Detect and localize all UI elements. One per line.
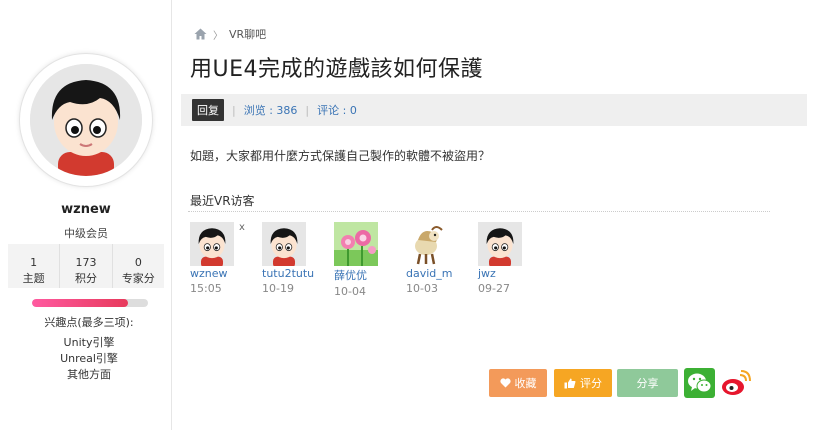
rate-button[interactable]: 评分 <box>554 369 612 397</box>
visitor-avatar[interactable] <box>262 222 306 266</box>
weibo-icon <box>722 370 751 395</box>
favorite-label: 收藏 <box>514 377 537 390</box>
chevron-right-icon: 〉 <box>213 30 223 42</box>
visitor-avatar[interactable] <box>334 222 378 266</box>
wechat-share-button[interactable] <box>684 368 715 398</box>
reply-button[interactable]: 回复 <box>192 99 224 121</box>
cartoon-boy-avatar-icon <box>478 222 522 266</box>
visitor-item[interactable]: 薛优优 10-04 <box>334 222 404 298</box>
visitor-item[interactable]: jwz 09-27 <box>478 222 548 295</box>
favorite-button[interactable]: 收藏 <box>489 369 547 397</box>
visitor-name[interactable]: wznew <box>190 267 260 280</box>
visitor-name[interactable]: david_m <box>406 267 476 280</box>
visitor-avatar[interactable] <box>478 222 522 266</box>
recent-visitors-title: 最近VR访客 <box>190 194 255 208</box>
share-label: 分享 <box>636 377 659 390</box>
sheep-creature-avatar-icon <box>406 222 450 266</box>
level-progress-bar <box>32 299 148 307</box>
visitor-avatar[interactable] <box>406 222 450 266</box>
user-stats: 1 主题 173 积分 0 专家分 <box>8 244 164 288</box>
stat-points[interactable]: 173 积分 <box>59 244 111 288</box>
stat-value: 1 <box>30 256 38 269</box>
share-button[interactable]: 分享 <box>617 369 678 397</box>
visitor-item[interactable]: tutu2tutu 10-19 <box>262 222 332 295</box>
user-level: 中级会员 <box>64 227 108 240</box>
thumbs-up-icon <box>564 378 576 388</box>
username[interactable]: wznew <box>0 202 172 217</box>
visitor-name[interactable]: 薛优优 <box>334 267 404 283</box>
profile-sidebar: wznew 中级会员 1 主题 173 积分 0 专家分 兴趣点(最多三项): … <box>0 0 172 430</box>
heart-icon <box>499 378 511 388</box>
visitor-name[interactable]: tutu2tutu <box>262 267 332 280</box>
stat-value: 0 <box>134 256 142 269</box>
cartoon-boy-avatar-icon <box>190 222 234 266</box>
comment-count[interactable]: 评论 : 0 <box>317 102 357 118</box>
hobby-item: Unity引擎 <box>63 336 115 349</box>
hobby-item: Unreal引擎 <box>60 352 118 365</box>
stat-expert-points[interactable]: 0 专家分 <box>111 244 164 288</box>
weibo-share-button[interactable] <box>720 369 752 397</box>
hobbies-title: 兴趣点(最多三项): <box>44 316 134 329</box>
divider: | <box>305 103 310 117</box>
visitor-item[interactable]: david_m 10-03 <box>406 222 476 295</box>
breadcrumb-section[interactable]: VR聊吧 <box>229 26 266 42</box>
stat-label: 主题 <box>22 272 45 285</box>
divider: | <box>232 103 236 117</box>
divider <box>188 211 770 212</box>
visitor-date: 10-03 <box>406 282 438 295</box>
breadcrumb: 〉 VR聊吧 <box>194 26 266 42</box>
wechat-icon <box>688 373 712 393</box>
home-icon[interactable] <box>194 28 207 40</box>
stat-topics[interactable]: 1 主题 <box>8 244 59 288</box>
hobby-item: 其他方面 <box>67 368 111 381</box>
visitor-date: 09-27 <box>478 282 510 295</box>
visitor-avatar[interactable] <box>190 222 234 266</box>
page-title: 用UE4完成的遊戲該如何保護 <box>190 57 484 82</box>
view-count: 浏览 : 386 <box>243 104 298 117</box>
flower-avatar-icon <box>334 222 378 266</box>
stat-label: 积分 <box>74 272 97 285</box>
visitor-item[interactable]: wznew 15:05 <box>190 222 260 295</box>
cartoon-boy-avatar-icon <box>30 64 142 176</box>
stat-label: 专家分 <box>121 272 155 285</box>
visitor-date: 10-19 <box>262 282 294 295</box>
visitor-date: 15:05 <box>190 282 222 295</box>
rate-label: 评分 <box>580 377 602 390</box>
post-body: 如題，大家都用什麼方式保護自己製作的軟體不被盜用？ <box>190 149 491 163</box>
avatar[interactable] <box>20 54 152 186</box>
stat-value: 173 <box>75 256 97 269</box>
visitor-date: 10-04 <box>334 285 366 298</box>
visitor-name[interactable]: jwz <box>478 267 548 280</box>
level-progress-fill <box>32 299 129 307</box>
thread-toolbar: 回复 | 浏览 : 386 | 评论 : 0 <box>181 94 807 126</box>
cartoon-boy-avatar-icon <box>262 222 306 266</box>
